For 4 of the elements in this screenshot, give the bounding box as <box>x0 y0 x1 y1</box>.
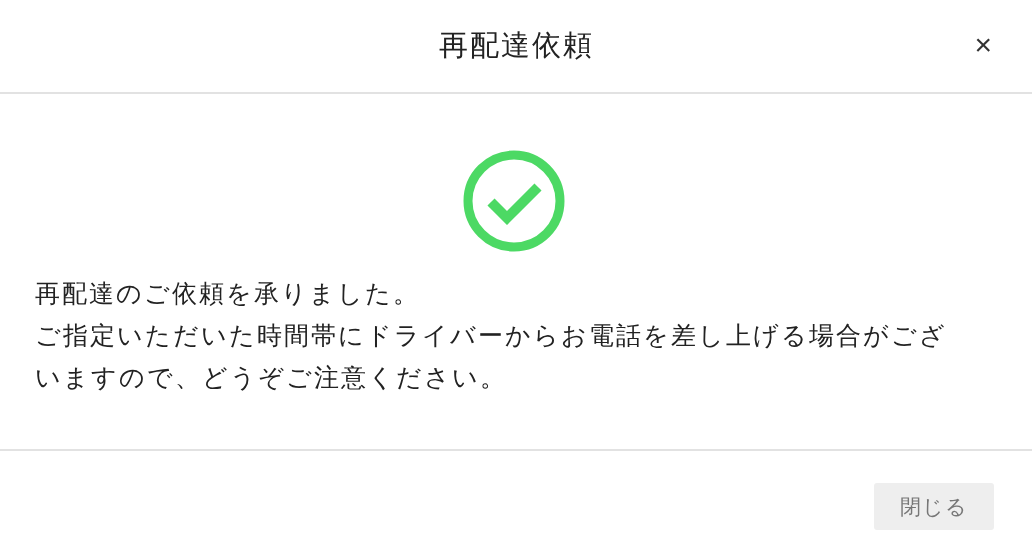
dialog-title: 再配達依頼 <box>438 28 594 63</box>
message-text: ご指定いただいた時間帯にドライバーからお電話を差し上げる場合がございますので、どうぞご注意ください。 <box>35 320 948 393</box>
message-text: 再配達のご依頼を承りました。 <box>35 278 421 309</box>
close-button[interactable]: × <box>970 30 996 60</box>
